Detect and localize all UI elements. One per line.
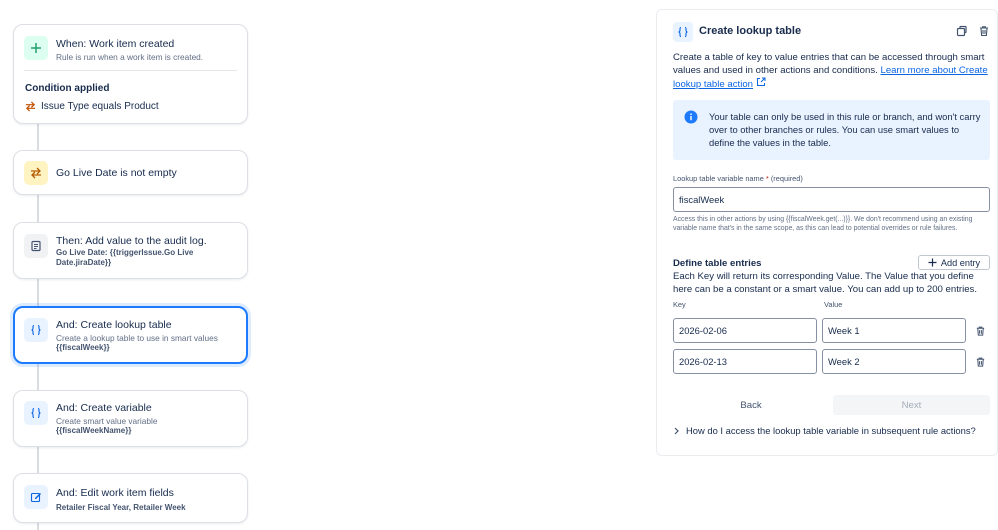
next-button[interactable]: Next bbox=[833, 395, 990, 415]
lookup-subtitle: Create a lookup table to use in smart va… bbox=[56, 333, 218, 343]
chevron-right-icon bbox=[674, 427, 679, 434]
variable-name-input[interactable]: fiscalWeek bbox=[673, 187, 990, 212]
trigger-subtitle: Rule is run when a work item is created. bbox=[56, 52, 204, 62]
panel-description: Create a table of key to value entries t… bbox=[673, 51, 991, 91]
condition-card[interactable]: Go Live Date is not empty bbox=[13, 150, 248, 195]
card-divider bbox=[24, 70, 237, 71]
info-message: Your table can only be used in this rule… bbox=[673, 100, 990, 160]
entry-value-input[interactable]: Week 1 bbox=[822, 318, 966, 343]
delete-entry-icon[interactable] bbox=[974, 324, 986, 338]
edit-title: And: Edit work item fields bbox=[56, 487, 174, 499]
duplicate-icon[interactable] bbox=[955, 24, 969, 38]
info-text: Your table can only be used in this rule… bbox=[709, 111, 981, 148]
entry-key-input[interactable]: 2026-02-06 bbox=[673, 318, 817, 343]
variable-detail: {{fiscalWeekName}} bbox=[56, 426, 132, 435]
define-entries-description: Each Key will return its corresponding V… bbox=[673, 271, 978, 295]
braces-icon bbox=[24, 318, 48, 342]
value-column-header: Value bbox=[824, 300, 843, 309]
condition-applied-row: Issue Type equals Product bbox=[25, 101, 159, 112]
entry-key-input[interactable]: 2026-02-13 bbox=[673, 349, 817, 374]
variable-name-label-text: Lookup table variable name bbox=[673, 174, 764, 183]
condition-applied-title: Condition applied bbox=[25, 83, 110, 94]
faq-text: How do I access the lookup table variabl… bbox=[686, 425, 976, 436]
edit-detail: Retailer Fiscal Year, Retailer Week bbox=[56, 503, 186, 512]
panel-title: Create lookup table bbox=[699, 25, 802, 37]
plus-icon bbox=[928, 258, 937, 267]
lookup-table-card[interactable]: And: Create lookup table Create a lookup… bbox=[13, 306, 248, 364]
entry-value-input[interactable]: Week 2 bbox=[822, 349, 966, 374]
delete-entry-icon[interactable] bbox=[974, 355, 986, 369]
trigger-title: When: Work item created bbox=[56, 38, 175, 50]
add-entry-label: Add entry bbox=[940, 257, 981, 268]
edit-fields-card[interactable]: And: Edit work item fields Retailer Fisc… bbox=[13, 473, 248, 523]
back-button[interactable]: Back bbox=[673, 395, 829, 415]
audit-title: Then: Add value to the audit log. bbox=[56, 235, 207, 247]
add-entry-button[interactable]: Add entry bbox=[918, 255, 990, 270]
required-mark: * bbox=[765, 174, 769, 183]
trigger-card[interactable]: When: Work item created Rule is run when… bbox=[13, 24, 248, 124]
variable-name-help: Access this in other actions by using {{… bbox=[673, 216, 973, 232]
panel-actions bbox=[955, 24, 991, 38]
variable-name-label: Lookup table variable name * (required) bbox=[673, 174, 803, 183]
lookup-detail: {{fiscalWeek}} bbox=[56, 343, 110, 352]
key-column-header: Key bbox=[673, 300, 686, 309]
variable-subtitle: Create smart value variable bbox=[56, 416, 158, 426]
lookup-table-panel: Create lookup table Create a table of ke… bbox=[656, 9, 998, 456]
audit-detail: Go Live Date: {{triggerIssue.Go Live Dat… bbox=[56, 248, 194, 267]
condition-title: Go Live Date is not empty bbox=[56, 166, 177, 179]
edit-icon bbox=[24, 485, 48, 509]
rule-flow: When: Work item created Rule is run when… bbox=[0, 0, 262, 530]
swap-icon bbox=[25, 101, 36, 112]
swap-icon bbox=[24, 161, 48, 185]
faq-expander[interactable]: How do I access the lookup table variabl… bbox=[673, 425, 976, 436]
delete-icon[interactable] bbox=[977, 24, 991, 38]
create-variable-card[interactable]: And: Create variable Create smart value … bbox=[13, 390, 248, 447]
condition-applied-text: Issue Type equals Product bbox=[41, 101, 159, 112]
braces-icon bbox=[24, 401, 48, 425]
plus-icon bbox=[24, 36, 48, 60]
required-text: (required) bbox=[770, 174, 803, 183]
info-icon bbox=[684, 110, 698, 124]
document-icon bbox=[24, 234, 48, 258]
define-entries-title: Define table entries bbox=[673, 258, 762, 269]
braces-icon bbox=[673, 22, 693, 42]
external-link-icon bbox=[756, 77, 766, 86]
variable-title: And: Create variable bbox=[56, 402, 152, 414]
audit-log-card[interactable]: Then: Add value to the audit log. Go Liv… bbox=[13, 222, 248, 279]
lookup-title: And: Create lookup table bbox=[56, 319, 172, 331]
